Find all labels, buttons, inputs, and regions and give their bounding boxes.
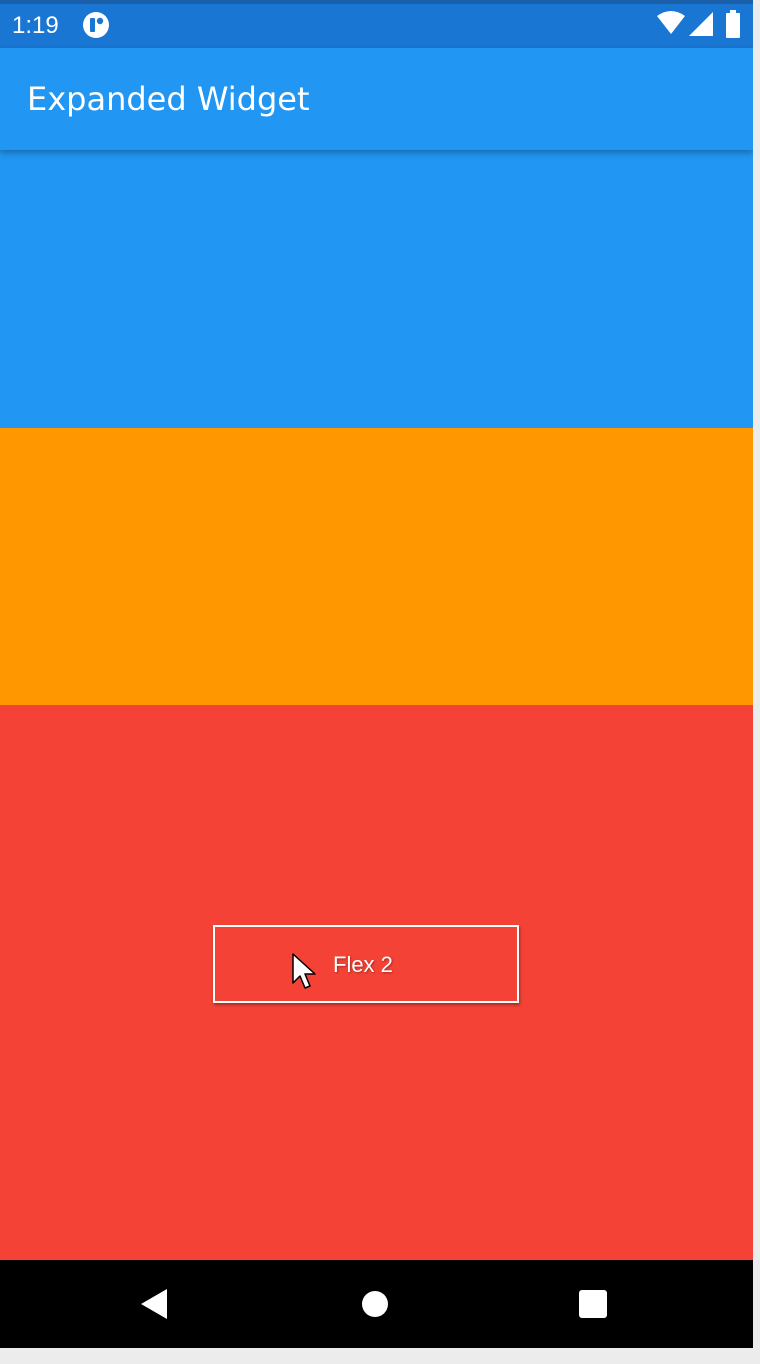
recents-icon[interactable] <box>575 1286 611 1322</box>
battery-icon <box>726 10 740 38</box>
expanded-block-blue <box>0 150 753 428</box>
app-notification-icon <box>82 11 110 39</box>
page-title: Expanded Widget <box>27 80 310 118</box>
mouse-cursor-icon <box>292 953 316 989</box>
status-time: 1:19 <box>12 12 59 39</box>
signal-icon <box>689 12 713 36</box>
app-bar: Expanded Widget <box>0 48 753 150</box>
navigation-bar <box>0 1260 753 1348</box>
status-bar: 1:19 <box>0 0 753 48</box>
expanded-block-orange <box>0 428 753 705</box>
wifi-icon <box>657 11 685 34</box>
home-icon[interactable] <box>357 1286 393 1322</box>
back-icon[interactable] <box>137 1286 173 1322</box>
expanded-block-red: Flex 2 <box>0 705 753 1260</box>
device-screen: 1:19 Expanded Widget Flex 2 <box>0 0 753 1348</box>
flex-2-button[interactable]: Flex 2 <box>213 925 519 1003</box>
flex-2-label: Flex 2 <box>333 952 393 977</box>
